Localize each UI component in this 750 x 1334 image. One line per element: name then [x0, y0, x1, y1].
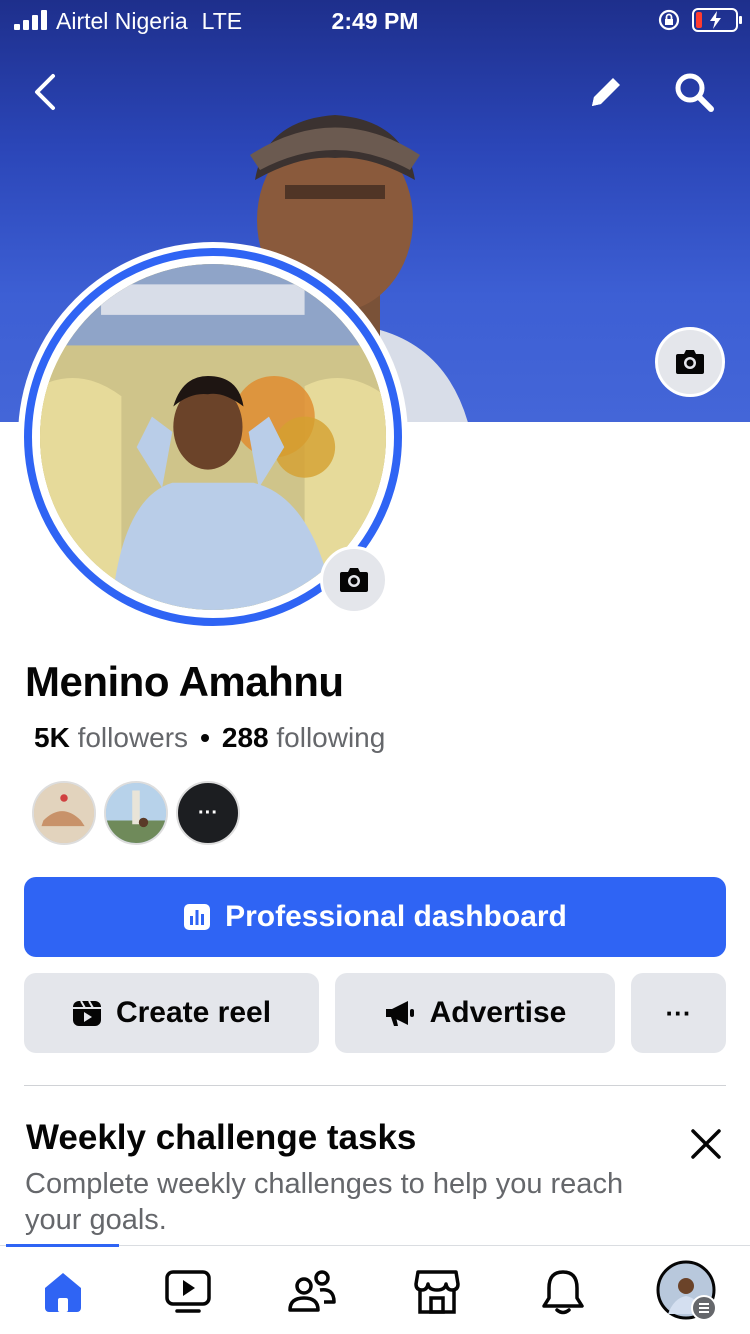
battery-icon [692, 8, 742, 32]
edit-cover-photo-button[interactable] [655, 327, 725, 397]
home-icon [45, 1273, 81, 1312]
status-bar: Airtel Nigeria LTE 2:49 PM [0, 0, 750, 42]
create-reel-label: Create reel [115, 996, 272, 1029]
back-icon [35, 74, 55, 110]
reel-icon [72, 1000, 101, 1026]
search-icon [675, 73, 714, 112]
friend-avatar[interactable] [104, 781, 168, 845]
more-options-button[interactable]: ··· [631, 973, 726, 1053]
tab-friends[interactable] [282, 1262, 342, 1322]
followers-link[interactable]: 5K followers [34, 722, 188, 753]
camera-icon [340, 568, 368, 592]
search-button[interactable] [664, 62, 724, 122]
tab-home[interactable] [33, 1262, 93, 1322]
profile-avatar [656, 1260, 717, 1321]
tab-profile-menu[interactable] [656, 1260, 720, 1324]
following-link[interactable]: 288 following [222, 722, 385, 753]
advertise-button[interactable]: Advertise [335, 973, 615, 1053]
weekly-challenge-description: Complete weekly challenges to help you r… [25, 1168, 624, 1236]
following-count: 288 [221, 722, 269, 753]
status-time: 2:49 PM [331, 8, 419, 34]
close-icon [691, 1129, 721, 1159]
rotation-lock-icon [658, 9, 680, 31]
professional-dashboard-button[interactable]: Professional dashboard [24, 877, 726, 957]
bell-icon [542, 1270, 584, 1315]
more-options-label: ··· [665, 997, 692, 1028]
active-tab-indicator [6, 1244, 119, 1247]
back-button[interactable] [16, 62, 76, 122]
more-friends-label: ··· [198, 801, 218, 824]
tab-video[interactable] [158, 1262, 218, 1322]
more-friends-button[interactable]: ··· [176, 781, 240, 845]
featured-friends: ··· [32, 781, 240, 845]
create-reel-button[interactable]: Create reel [24, 973, 319, 1053]
weekly-challenge-title: Weekly challenge tasks [26, 1118, 417, 1157]
follow-stats: 5K followers • 288 following [34, 722, 385, 754]
professional-dashboard-label: Professional dashboard [225, 900, 567, 933]
tab-notifications[interactable] [533, 1262, 593, 1322]
following-label: following [276, 722, 386, 753]
edit-profile-picture-button[interactable] [320, 546, 388, 614]
chart-icon [184, 904, 211, 930]
profile-name: Menino Amahnu [25, 658, 344, 705]
tab-bar [0, 1244, 750, 1334]
advertise-label: Advertise [429, 996, 567, 1029]
followers-label: followers [77, 722, 189, 753]
followers-count: 5K [34, 722, 70, 753]
megaphone-icon [385, 1001, 414, 1026]
pencil-icon [592, 78, 620, 106]
video-icon [165, 1270, 211, 1313]
tab-marketplace[interactable] [407, 1262, 467, 1322]
edit-profile-button[interactable] [576, 62, 636, 122]
section-divider [24, 1085, 726, 1086]
marketplace-icon [414, 1270, 460, 1314]
camera-icon [676, 350, 704, 374]
stats-separator: • [200, 722, 210, 753]
close-weekly-challenge-button[interactable] [684, 1122, 728, 1166]
friend-avatar[interactable] [32, 781, 96, 845]
friends-icon [288, 1270, 336, 1312]
